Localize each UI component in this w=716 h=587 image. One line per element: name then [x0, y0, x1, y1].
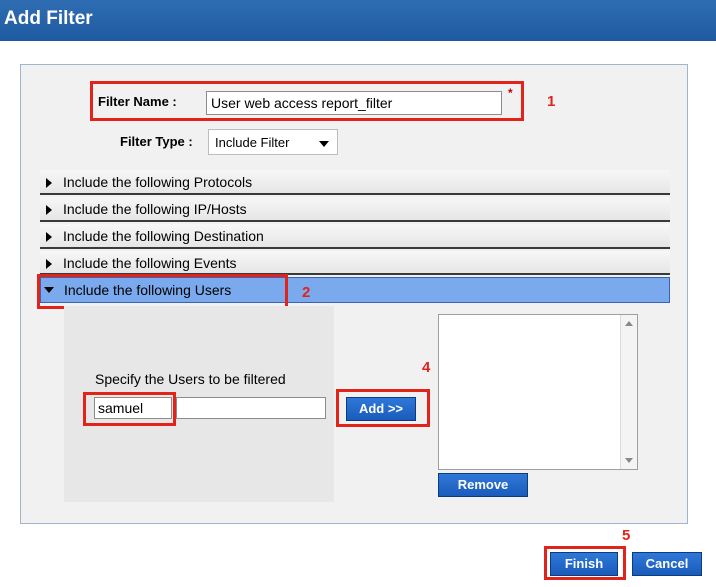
filter-type-value: Include Filter	[215, 135, 290, 150]
annotation-4: 4	[422, 359, 431, 376]
section-users[interactable]: Include the following Users	[40, 277, 670, 303]
user-name-long-input[interactable]	[176, 397, 326, 419]
window-title: Add Filter	[4, 8, 93, 29]
scroll-up-icon[interactable]	[625, 321, 633, 326]
finish-button[interactable]: Finish	[550, 552, 618, 576]
required-marker: *	[508, 86, 513, 100]
expand-arrow-icon	[46, 232, 52, 242]
section-label: Include the following Destination	[63, 228, 264, 244]
filter-type-select[interactable]: Include Filter	[208, 129, 338, 155]
list-scrollbar[interactable]	[620, 315, 637, 469]
section-label: Include the following Protocols	[63, 174, 253, 190]
section-protocols[interactable]: Include the following Protocols	[40, 170, 670, 195]
section-label: Include the following Users	[64, 282, 232, 298]
filter-type-label: Filter Type :	[120, 134, 193, 149]
annotation-5: 5	[622, 527, 631, 544]
scroll-down-icon[interactable]	[625, 458, 633, 463]
annotation-1: 1	[547, 93, 556, 110]
remove-user-button[interactable]: Remove	[438, 473, 528, 497]
user-name-input[interactable]: samuel	[94, 397, 172, 419]
add-user-button[interactable]: Add >>	[346, 397, 416, 421]
expand-arrow-icon	[46, 259, 52, 269]
users-prompt: Specify the Users to be filtered	[95, 371, 286, 387]
filter-name-label: Filter Name :	[98, 94, 177, 109]
expand-arrow-icon	[46, 205, 52, 215]
expand-arrow-icon	[46, 178, 52, 188]
section-label: Include the following Events	[63, 255, 237, 271]
filter-name-input[interactable]: User web access report_filter	[206, 91, 502, 115]
cancel-button[interactable]: Cancel	[632, 552, 702, 576]
title-bar: Add Filter	[0, 0, 716, 41]
annotation-2: 2	[302, 284, 311, 301]
section-label: Include the following IP/Hosts	[63, 201, 247, 217]
chevron-down-icon	[319, 141, 329, 147]
section-ip-hosts[interactable]: Include the following IP/Hosts	[40, 197, 670, 222]
collapse-arrow-icon	[44, 287, 54, 293]
section-destination[interactable]: Include the following Destination	[40, 224, 670, 249]
section-events[interactable]: Include the following Events	[40, 251, 670, 275]
selected-users-list[interactable]	[438, 314, 638, 470]
